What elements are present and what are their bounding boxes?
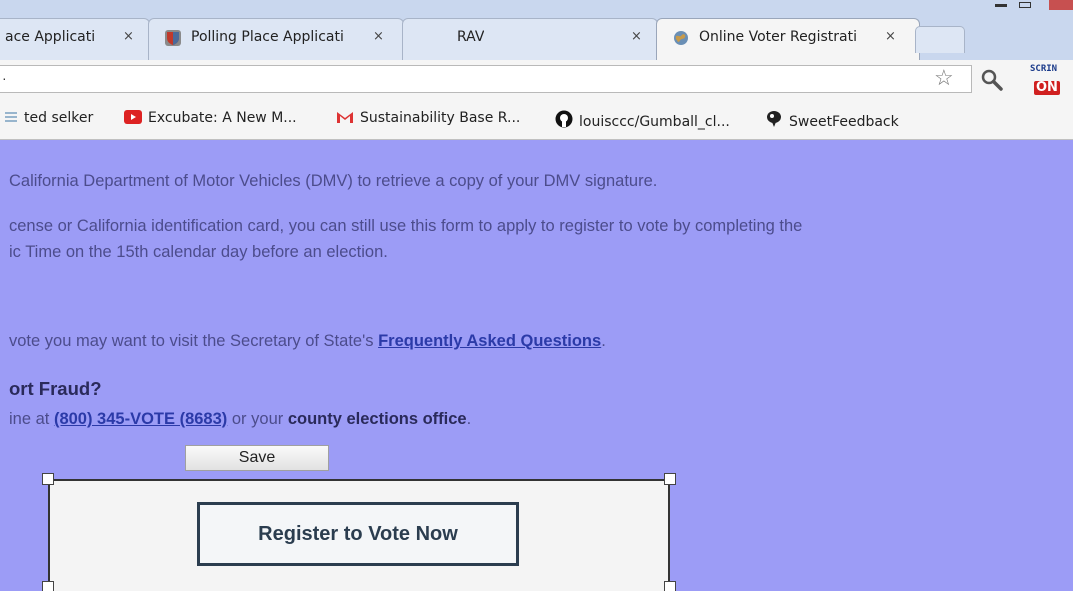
resize-handle-top-left[interactable] bbox=[42, 473, 54, 485]
browser-toolbar: · ☆ SCRIN ON bbox=[0, 60, 1073, 100]
bookmark-label: SweetFeedback bbox=[789, 114, 899, 130]
tab-title: Online Voter Registrati bbox=[699, 29, 857, 45]
close-window-button[interactable] bbox=[1049, 0, 1073, 10]
gmail-icon bbox=[336, 110, 354, 128]
hotline-phone-link[interactable]: (800) 345-VOTE (8683) bbox=[54, 410, 227, 428]
resize-handle-bottom-right[interactable] bbox=[664, 581, 676, 591]
hotline-paragraph: ine at (800) 345-VOTE (8683) or your cou… bbox=[9, 410, 471, 429]
bookmark-label: ted selker bbox=[24, 110, 94, 126]
tab-strip: ace Applicati × Polling Place Applicati … bbox=[0, 0, 1073, 60]
dmv-signature-text: California Department of Motor Vehicles … bbox=[9, 172, 658, 190]
bookmark-excubate[interactable]: Excubate: A New M... bbox=[124, 110, 297, 128]
deadline-text: ic Time on the 15th calendar day before … bbox=[9, 243, 388, 261]
scrin-on-badge: ON bbox=[1034, 80, 1060, 95]
resize-handle-top-right[interactable] bbox=[664, 473, 676, 485]
register-to-vote-button[interactable]: Register to Vote Now bbox=[197, 502, 519, 566]
tab-title: RAV bbox=[457, 29, 485, 45]
youtube-icon bbox=[124, 110, 142, 128]
county-office-text: county elections office bbox=[287, 410, 467, 428]
tab-rav[interactable]: RAV × bbox=[402, 18, 658, 60]
hotline-mid-text: or your bbox=[227, 410, 288, 428]
bookmark-sweetfeedback[interactable]: SweetFeedback bbox=[765, 110, 899, 132]
address-bar[interactable]: · bbox=[0, 65, 972, 93]
save-button[interactable]: Save bbox=[185, 445, 329, 471]
bookmark-sustainability-base[interactable]: Sustainability Base R... bbox=[336, 110, 520, 128]
close-tab-icon[interactable]: × bbox=[373, 29, 384, 44]
new-tab-button[interactable] bbox=[915, 26, 965, 53]
bookmark-label: Excubate: A New M... bbox=[148, 110, 297, 126]
hotline-lead-text: ine at bbox=[9, 410, 54, 428]
address-text: · bbox=[2, 70, 7, 86]
page-content: California Department of Motor Vehicles … bbox=[0, 140, 1073, 591]
github-icon bbox=[555, 110, 573, 132]
scrin-extension-icon[interactable]: SCRIN ON bbox=[1026, 65, 1062, 97]
close-tab-icon[interactable]: × bbox=[885, 29, 896, 44]
bookmark-star-icon[interactable]: ☆ bbox=[934, 67, 954, 89]
globe-icon bbox=[673, 30, 689, 46]
list-icon bbox=[4, 110, 18, 128]
minimize-button[interactable] bbox=[995, 4, 1007, 7]
maximize-button[interactable] bbox=[1019, 2, 1031, 8]
faq-period: . bbox=[601, 332, 606, 350]
window-controls bbox=[983, 0, 1073, 10]
tab-title: ace Applicati bbox=[5, 29, 96, 45]
bookmark-label: louisccc/Gumball_cl... bbox=[579, 114, 730, 130]
report-fraud-heading: ort Fraud? bbox=[9, 378, 102, 399]
bookmark-ted-selker[interactable]: ted selker bbox=[4, 110, 93, 128]
tab-title: Polling Place Applicati bbox=[191, 29, 344, 45]
close-tab-icon[interactable]: × bbox=[123, 29, 134, 44]
bookmark-gumball[interactable]: louisccc/Gumball_cl... bbox=[555, 110, 730, 132]
close-tab-icon[interactable]: × bbox=[631, 29, 642, 44]
faq-link[interactable]: Frequently Asked Questions bbox=[378, 332, 601, 350]
shield-icon bbox=[165, 30, 181, 46]
tab-polling-place-application[interactable]: Polling Place Applicati × bbox=[148, 18, 404, 60]
resize-handle-bottom-left[interactable] bbox=[42, 581, 54, 591]
feedback-icon bbox=[765, 110, 783, 132]
tab-online-voter-registration[interactable]: Online Voter Registrati × bbox=[656, 18, 920, 60]
bookmark-label: Sustainability Base R... bbox=[360, 110, 521, 126]
faq-paragraph: vote you may want to visit the Secretary… bbox=[9, 332, 606, 351]
search-icon[interactable] bbox=[980, 68, 1004, 97]
tab-place-application[interactable]: ace Applicati × bbox=[0, 18, 150, 60]
hotline-period: . bbox=[466, 410, 472, 428]
license-info-text: cense or California identification card,… bbox=[9, 217, 803, 235]
faq-lead-text: vote you may want to visit the Secretary… bbox=[9, 332, 379, 350]
scrin-label: SCRIN bbox=[1030, 64, 1058, 74]
register-panel: Register to Vote Now bbox=[42, 473, 676, 591]
bookmarks-bar: ted selker Excubate: A New M... Sustaina… bbox=[0, 100, 1073, 140]
